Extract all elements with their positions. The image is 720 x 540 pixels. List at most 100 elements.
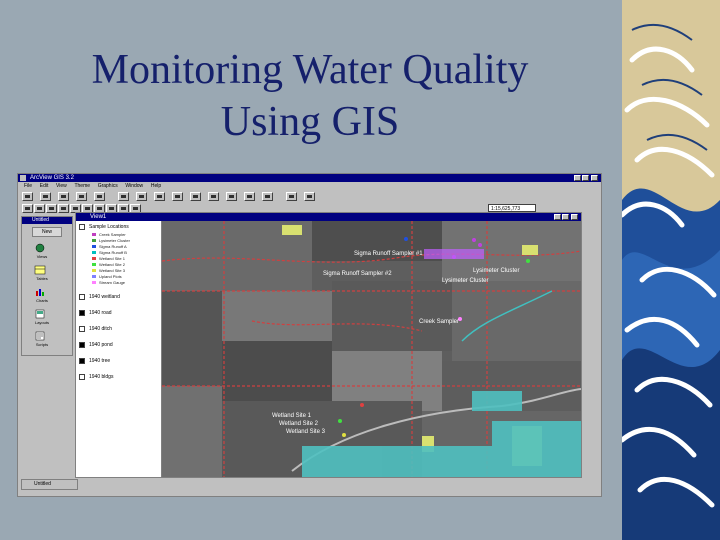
query-icon bbox=[157, 195, 162, 198]
view-minimize-button[interactable] bbox=[554, 214, 561, 220]
toc-theme-sample-locations[interactable]: Sample Locations bbox=[79, 223, 159, 231]
menu-window[interactable]: Window bbox=[125, 182, 143, 190]
theme-checkbox[interactable] bbox=[79, 373, 85, 380]
view-close-button[interactable] bbox=[571, 214, 578, 220]
zoom-in-icon bbox=[229, 195, 234, 198]
scripts-icon[interactable] bbox=[34, 331, 46, 341]
zoom-tool[interactable] bbox=[58, 204, 69, 213]
legend-swatch bbox=[92, 269, 96, 273]
legend-entry: Lysimeter Cluster bbox=[92, 239, 152, 243]
zoom-out-button[interactable] bbox=[244, 192, 255, 201]
vertex-tool[interactable] bbox=[46, 204, 57, 213]
theme-checkbox-checked[interactable] bbox=[79, 357, 85, 364]
legend-entry: Wetland Site 1 bbox=[92, 257, 152, 261]
tables-icon[interactable] bbox=[34, 265, 46, 275]
open-table-button[interactable] bbox=[94, 192, 105, 201]
theme-checkbox[interactable] bbox=[79, 293, 85, 300]
zoom-full-icon bbox=[175, 195, 180, 198]
add-theme-icon bbox=[43, 195, 48, 198]
theme-checkbox[interactable] bbox=[79, 325, 85, 332]
palette-new-button[interactable]: New bbox=[32, 227, 62, 237]
layouts-icon[interactable] bbox=[34, 309, 46, 319]
zoom-out-icon bbox=[247, 195, 252, 198]
project-window: Untitled New Views Tables Charts Layouts… bbox=[21, 216, 73, 356]
menu-help[interactable]: Help bbox=[151, 182, 161, 190]
help-icon bbox=[307, 195, 312, 198]
views-icon[interactable] bbox=[34, 243, 46, 253]
clear-selection-button[interactable] bbox=[286, 192, 297, 201]
view-maximize-button[interactable] bbox=[562, 214, 569, 220]
theme-label: 1940 bldgs bbox=[89, 374, 114, 380]
save-button[interactable] bbox=[22, 192, 33, 201]
scale-input[interactable]: 1:15,625,773 bbox=[488, 204, 536, 212]
app-titlebar: ArcView GIS 3.2 bbox=[18, 174, 601, 182]
theme-checkbox[interactable] bbox=[79, 223, 85, 230]
map-label-lysimeter-a: Lysimeter Cluster bbox=[473, 268, 520, 274]
theme-properties-button[interactable] bbox=[58, 192, 69, 201]
find-icon bbox=[121, 195, 126, 198]
toc-theme[interactable]: 1940 bldgs bbox=[79, 373, 159, 381]
toc-theme[interactable]: 1940 road bbox=[79, 309, 159, 317]
view-titlebar: View1 bbox=[76, 213, 581, 221]
legend-entry: Upland Plots bbox=[92, 275, 152, 279]
identify-tool[interactable] bbox=[34, 204, 45, 213]
menu-file[interactable]: File bbox=[24, 182, 32, 190]
minimized-window[interactable]: Untitled bbox=[21, 479, 78, 490]
toc-theme[interactable]: 1940 ditch bbox=[79, 325, 159, 333]
zoom-active-button[interactable] bbox=[190, 192, 201, 201]
select-features-button[interactable] bbox=[262, 192, 273, 201]
toc-theme[interactable]: 1940 pond bbox=[79, 341, 159, 349]
minimize-button[interactable] bbox=[574, 175, 581, 181]
hand-icon bbox=[85, 207, 90, 210]
project-title: Untitled bbox=[32, 217, 49, 223]
add-theme-button[interactable] bbox=[40, 192, 51, 201]
toc-theme[interactable]: 1940 weitland bbox=[79, 293, 159, 301]
identify-icon bbox=[37, 207, 42, 210]
legend-label: Wetland Site 2 bbox=[99, 262, 125, 267]
menu-theme[interactable]: Theme bbox=[74, 182, 90, 190]
map-label-sampler-1: Sigma Runoff Sampler #1 bbox=[354, 251, 423, 257]
properties-icon bbox=[61, 195, 66, 198]
slide-title-line-1: Monitoring Water Quality bbox=[91, 47, 529, 93]
edit-legend-button[interactable] bbox=[76, 192, 87, 201]
map-canvas[interactable] bbox=[162, 221, 581, 477]
legend-label: Lysimeter Cluster bbox=[99, 238, 130, 243]
hotlink-icon bbox=[109, 207, 114, 210]
zoom-full-button[interactable] bbox=[172, 192, 183, 201]
magnifier-minus-icon bbox=[73, 207, 78, 210]
menu-edit[interactable]: Edit bbox=[40, 182, 49, 190]
pointer-tool[interactable] bbox=[22, 204, 33, 213]
theme-label: 1940 pond bbox=[89, 342, 113, 348]
help-button[interactable] bbox=[304, 192, 315, 201]
charts-icon[interactable] bbox=[34, 287, 46, 297]
locate-button[interactable] bbox=[136, 192, 147, 201]
menu-view[interactable]: View bbox=[56, 182, 67, 190]
legend-label: Stream Gauge bbox=[99, 280, 126, 285]
table-icon bbox=[97, 195, 102, 198]
map-label-lysimeter-b: Lysimeter Cluster bbox=[442, 278, 489, 284]
legend-entry: Sigma Runoff B bbox=[92, 251, 152, 255]
legend-label: Wetland Site 1 bbox=[99, 256, 125, 261]
find-button[interactable] bbox=[118, 192, 129, 201]
legend-swatch bbox=[92, 245, 96, 249]
locate-icon bbox=[139, 195, 144, 198]
theme-checkbox-checked[interactable] bbox=[79, 309, 85, 316]
ruler-icon bbox=[97, 207, 102, 210]
menu-graphics[interactable]: Graphics bbox=[98, 182, 118, 190]
zoom-in-button[interactable] bbox=[226, 192, 237, 201]
maximize-button[interactable] bbox=[582, 175, 589, 181]
button-bar bbox=[18, 190, 601, 202]
legend-label: Wetland Site 3 bbox=[99, 268, 125, 273]
query-button[interactable] bbox=[154, 192, 165, 201]
close-button[interactable] bbox=[591, 175, 598, 181]
toc-theme[interactable]: 1940 tree bbox=[79, 357, 159, 365]
theme-checkbox-checked[interactable] bbox=[79, 341, 85, 348]
legend-swatch bbox=[92, 275, 96, 279]
legend-swatch bbox=[92, 239, 96, 243]
zoom-selected-button[interactable] bbox=[208, 192, 219, 201]
theme-label: 1940 weitland bbox=[89, 294, 120, 300]
scripts-label: Scripts bbox=[35, 342, 49, 347]
legend-label: Upland Plots bbox=[99, 274, 122, 279]
legend-entry: Sigma Runoff A bbox=[92, 245, 152, 249]
wave-decoration bbox=[622, 0, 720, 540]
